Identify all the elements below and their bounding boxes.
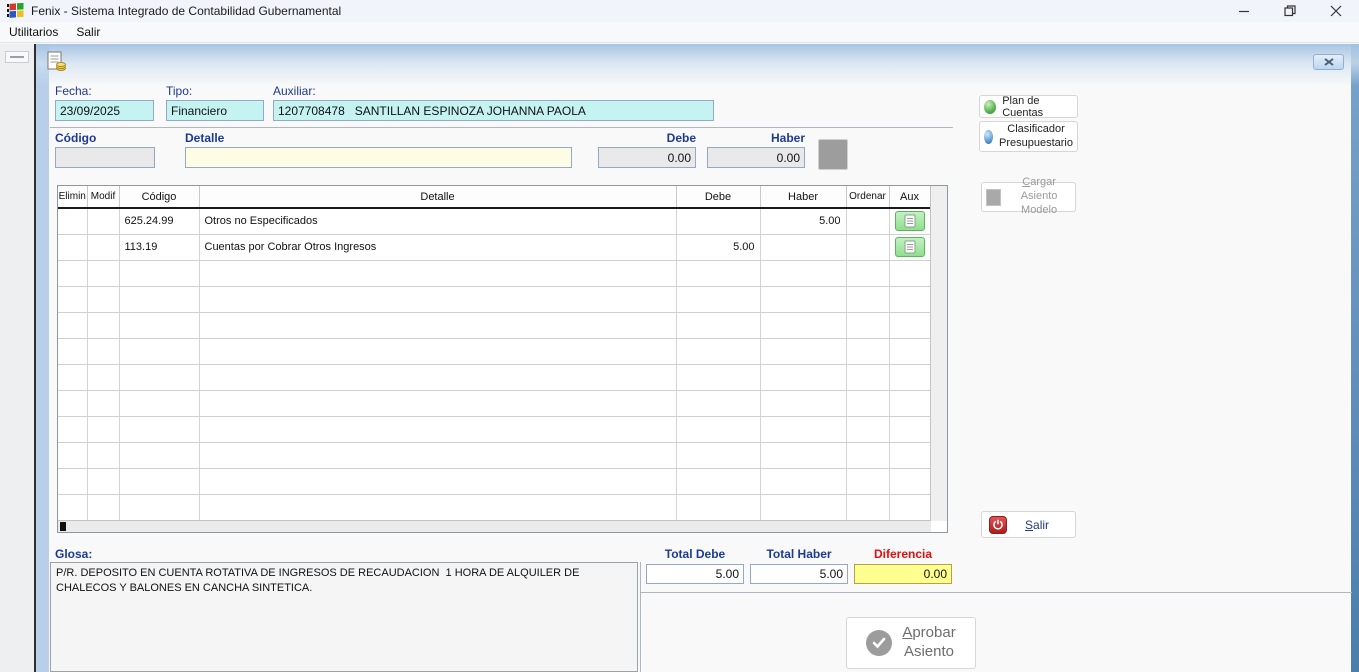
footer-divider xyxy=(640,562,641,672)
plan-de-cuentas-button[interactable]: Plan de Cuentas xyxy=(979,95,1078,118)
detalle-label: Detalle xyxy=(185,131,224,145)
cargar-label-line1: Cargar Asiento xyxy=(1007,176,1071,204)
window-left-edge xyxy=(36,44,49,672)
col-header-ordenar: Ordenar xyxy=(846,186,889,208)
panel-grip-handle[interactable] xyxy=(5,51,29,63)
blue-sphere-icon xyxy=(984,130,993,144)
table-row-empty[interactable] xyxy=(58,494,930,520)
col-header-haber: Haber xyxy=(760,186,846,208)
table-row-empty[interactable] xyxy=(58,312,930,338)
glosa-textarea[interactable]: P/R. DEPOSITO EN CUENTA ROTATIVA DE INGR… xyxy=(50,562,638,672)
window-title: Fenix - Sistema Integrado de Contabilida… xyxy=(31,4,341,18)
total-debe-field: 5.00 xyxy=(646,564,744,584)
haber-input[interactable]: 0.00 xyxy=(707,147,805,168)
table-row-empty[interactable] xyxy=(58,416,930,442)
codigo-input[interactable] xyxy=(55,147,155,168)
table-row-empty[interactable] xyxy=(58,260,930,286)
application-window: Fenix - Sistema Integrado de Contabilida… xyxy=(0,0,1359,672)
debe-input[interactable]: 0.00 xyxy=(598,147,696,168)
grid-header-row: Elimin Modif Código Detalle Debe Haber O… xyxy=(58,186,930,208)
total-haber-label: Total Haber xyxy=(750,547,848,561)
window-header-band xyxy=(36,44,1359,86)
green-sphere-icon xyxy=(984,100,996,114)
tipo-input[interactable]: Financiero xyxy=(166,100,264,121)
codigo-label: Código xyxy=(55,131,96,145)
glosa-label: Glosa: xyxy=(55,547,92,561)
salir-label: Salir xyxy=(1025,518,1049,532)
menu-item-utilitarios[interactable]: Utilitarios xyxy=(0,23,67,41)
titlebar: Fenix - Sistema Integrado de Contabilida… xyxy=(0,0,1359,22)
col-header-debe: Debe xyxy=(676,186,760,208)
auxiliar-label: Auxiliar: xyxy=(273,84,316,98)
debe-label: Debe xyxy=(598,131,696,145)
cargar-asiento-modelo-button[interactable]: Cargar Asiento Modelo xyxy=(981,182,1076,212)
check-icon xyxy=(866,630,892,656)
diferencia-field: 0.00 xyxy=(854,564,952,584)
col-header-detalle: Detalle xyxy=(199,186,676,208)
table-row-empty[interactable] xyxy=(58,468,930,494)
table-row-empty[interactable] xyxy=(58,364,930,390)
salir-button[interactable]: Salir xyxy=(981,511,1076,538)
power-icon xyxy=(989,516,1007,534)
table-row[interactable]: 625.24.99 Otros no Especificados 5.00 xyxy=(58,208,930,234)
menubar: Utilitarios Salir xyxy=(0,22,1359,43)
table-row[interactable]: 113.19 Cuentas por Cobrar Otros Ingresos… xyxy=(58,234,930,260)
diferencia-label: Diferencia xyxy=(854,547,952,561)
table-row-empty[interactable] xyxy=(58,338,930,364)
aux-detail-button[interactable] xyxy=(895,237,925,257)
asiento-form-window: Fecha: Tipo: Auxiliar: 23/09/2025 Financ… xyxy=(36,44,1359,672)
detalle-input[interactable] xyxy=(185,147,572,168)
tipo-label: Tipo: xyxy=(166,84,192,98)
asiento-grid: Elimin Modif Código Detalle Debe Haber O… xyxy=(57,185,948,533)
aux-detail-button[interactable] xyxy=(895,211,925,231)
close-button[interactable] xyxy=(1313,0,1359,22)
form-close-button[interactable] xyxy=(1313,54,1344,70)
col-header-elimin: Elimin xyxy=(58,186,87,208)
window-right-edge xyxy=(1351,44,1359,672)
col-header-codigo: Código xyxy=(119,186,199,208)
clasificador-presupuestario-button[interactable]: Clasificador Presupuestario xyxy=(979,121,1078,152)
scrollbar-thumb[interactable] xyxy=(60,522,66,531)
col-header-modif: Modif xyxy=(87,186,119,208)
restore-button[interactable] xyxy=(1267,0,1313,22)
app-logo-icon xyxy=(7,3,25,19)
left-panel xyxy=(0,44,34,672)
color-square-button[interactable] xyxy=(818,139,848,170)
col-header-aux: Aux xyxy=(889,186,930,208)
menu-item-salir[interactable]: Salir xyxy=(67,23,109,41)
auxiliar-input[interactable]: 1207708478 SANTILLAN ESPINOZA JOHANNA PA… xyxy=(273,100,714,121)
aprobar-label-line2: Asiento xyxy=(902,643,955,662)
plan-de-cuentas-label: Plan de Cuentas xyxy=(1002,95,1073,119)
clasificador-label-line2: Presupuestario xyxy=(999,137,1073,151)
table-row-empty[interactable] xyxy=(58,390,930,416)
table-row-empty[interactable] xyxy=(58,442,930,468)
fecha-label: Fecha: xyxy=(55,84,92,98)
aprobar-asiento-button[interactable]: Aprobar Asiento xyxy=(846,617,976,669)
document-coins-icon xyxy=(46,51,67,72)
haber-label: Haber xyxy=(707,131,805,145)
total-debe-label: Total Debe xyxy=(646,547,744,561)
cargar-label-line2: Modelo xyxy=(1007,204,1071,218)
separator-line xyxy=(50,127,953,128)
aprobar-label-line1: Aprobar xyxy=(902,624,955,643)
footer-separator xyxy=(641,592,1352,593)
gray-square-icon xyxy=(986,189,1001,206)
grid-horizontal-scrollbar[interactable] xyxy=(58,520,931,532)
clasificador-label-line1: Clasificador xyxy=(999,123,1073,137)
total-haber-field: 5.00 xyxy=(750,564,848,584)
grid-vertical-scrollbar[interactable] xyxy=(930,186,947,521)
fecha-input[interactable]: 23/09/2025 xyxy=(55,100,154,121)
table-row-empty[interactable] xyxy=(58,286,930,312)
minimize-button[interactable] xyxy=(1221,0,1267,22)
